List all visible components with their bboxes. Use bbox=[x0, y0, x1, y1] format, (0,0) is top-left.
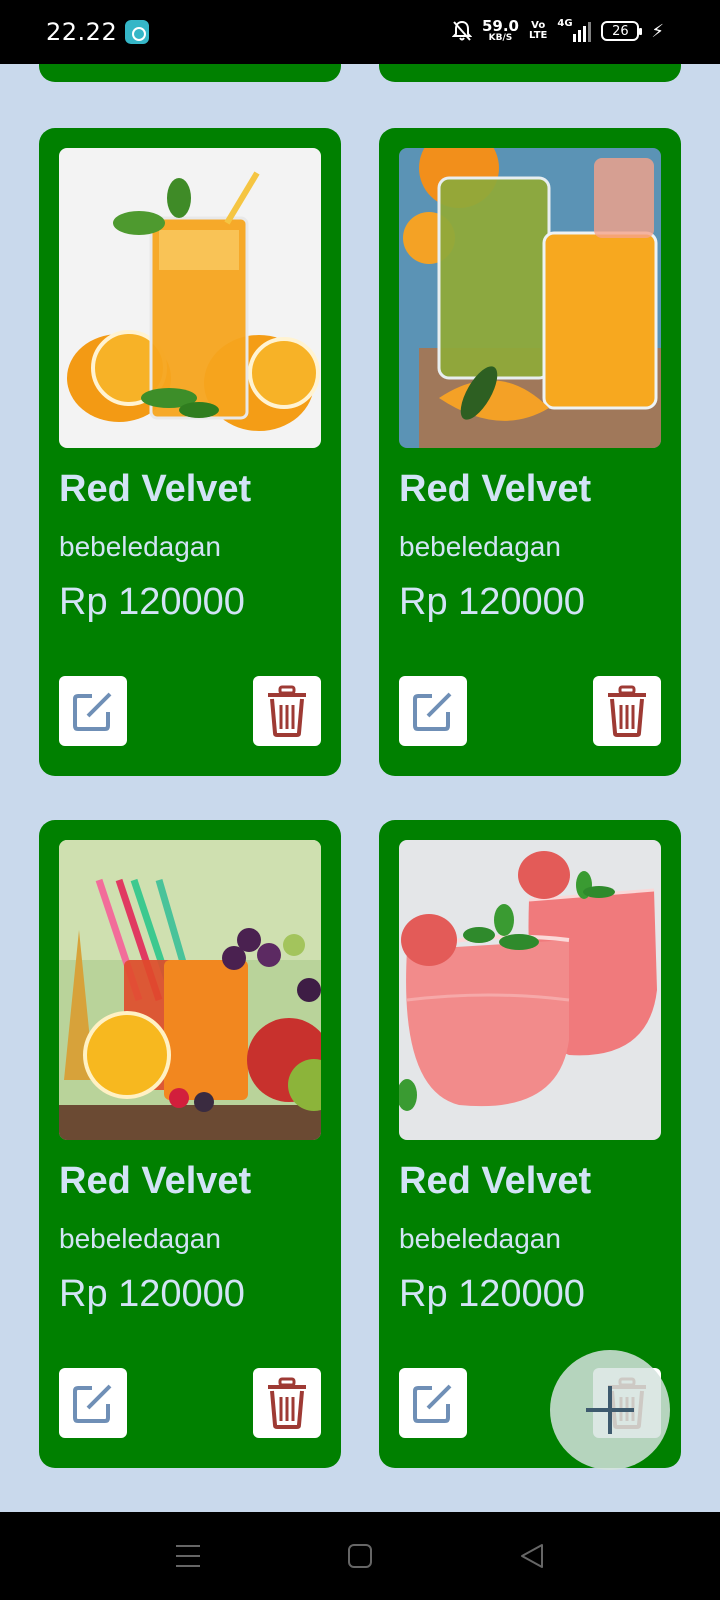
product-image bbox=[399, 148, 661, 448]
edit-button[interactable] bbox=[399, 1368, 467, 1438]
home-icon[interactable] bbox=[344, 1540, 376, 1572]
product-price: Rp 120000 bbox=[399, 1273, 585, 1315]
delete-button[interactable] bbox=[593, 676, 661, 746]
product-card[interactable]: Red Velvet bebeledagan Rp 120000 bbox=[379, 128, 681, 776]
trash-icon bbox=[268, 1377, 306, 1429]
product-name: Red Velvet bbox=[399, 1160, 592, 1202]
edit-icon bbox=[413, 692, 452, 731]
menu-icon[interactable] bbox=[172, 1540, 204, 1572]
product-name: Red Velvet bbox=[59, 468, 252, 510]
product-card[interactable]: Red Velvet bebeledagan Rp 120000 bbox=[39, 128, 341, 776]
signal-icon: 4G bbox=[557, 18, 592, 42]
status-time: 22.22 bbox=[46, 18, 118, 46]
delete-button[interactable] bbox=[253, 1368, 321, 1438]
trash-icon bbox=[608, 685, 646, 737]
back-icon[interactable] bbox=[516, 1540, 548, 1572]
product-shop: bebeledagan bbox=[59, 1223, 221, 1254]
product-shop: bebeledagan bbox=[399, 1223, 561, 1254]
product-card[interactable]: Red Velvet bebeledagan Rp 120000 bbox=[39, 820, 341, 1468]
edit-button[interactable] bbox=[59, 1368, 127, 1438]
network-speed: 59.0 KB/S bbox=[481, 17, 519, 43]
add-product-button[interactable] bbox=[550, 1350, 670, 1470]
edit-icon bbox=[73, 692, 112, 731]
product-card-partial[interactable] bbox=[379, 64, 681, 82]
edit-button[interactable] bbox=[399, 676, 467, 746]
edit-icon bbox=[73, 1384, 112, 1423]
product-shop: bebeledagan bbox=[59, 531, 221, 562]
status-bar: 22.22 59.0 KB/S Vo LTE 4G 26 ⚡ bbox=[0, 0, 720, 64]
product-price: Rp 120000 bbox=[399, 581, 585, 623]
app-notification-icon bbox=[125, 20, 149, 44]
product-grid[interactable]: Red Velvet bebeledagan Rp 120000 Red Vel… bbox=[0, 64, 720, 1512]
plus-icon bbox=[586, 1386, 634, 1434]
charging-icon: ⚡ bbox=[651, 20, 664, 42]
product-image bbox=[59, 840, 321, 1140]
product-card-partial[interactable] bbox=[39, 64, 341, 82]
product-shop: bebeledagan bbox=[399, 531, 561, 562]
system-nav-bar bbox=[0, 1512, 720, 1600]
status-icons: 59.0 KB/S Vo LTE 4G 26 ⚡ bbox=[451, 16, 664, 46]
volte-indicator: Vo LTE bbox=[528, 20, 548, 41]
product-image bbox=[59, 148, 321, 448]
product-name: Red Velvet bbox=[59, 1160, 252, 1202]
product-price: Rp 120000 bbox=[59, 1273, 245, 1315]
product-name: Red Velvet bbox=[399, 468, 592, 510]
edit-icon bbox=[413, 1384, 452, 1423]
trash-icon bbox=[268, 685, 306, 737]
product-image bbox=[399, 840, 661, 1140]
bell-muted-icon bbox=[451, 20, 472, 41]
product-price: Rp 120000 bbox=[59, 581, 245, 623]
delete-button[interactable] bbox=[253, 676, 321, 746]
battery-icon: 26 bbox=[601, 21, 643, 41]
edit-button[interactable] bbox=[59, 676, 127, 746]
